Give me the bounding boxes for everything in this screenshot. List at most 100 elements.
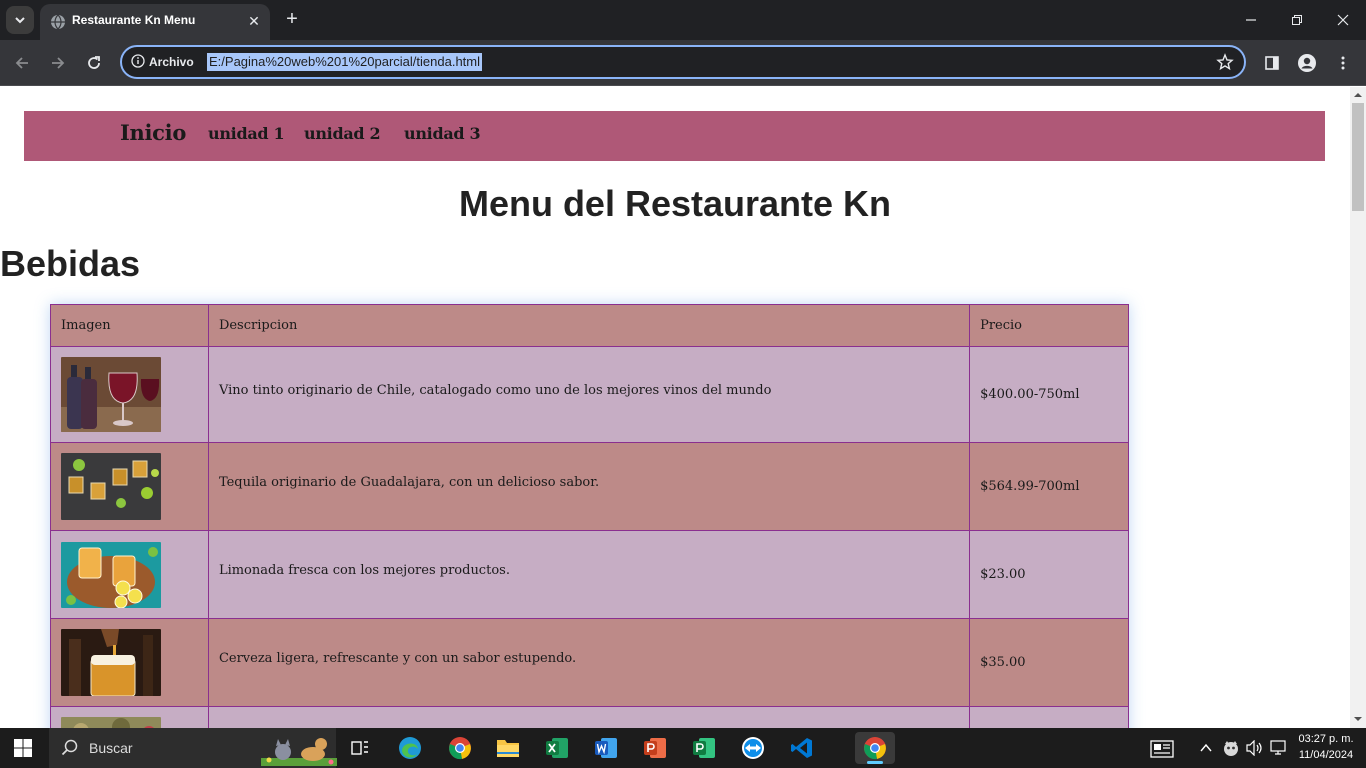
file-explorer-taskbar-button[interactable] (488, 732, 528, 764)
table-row: Limonada fresca con los mejores producto… (50, 530, 1129, 619)
image-cell (50, 346, 209, 443)
page-title: Menu del Restaurante Kn (458, 183, 892, 224)
description-cell (207, 706, 971, 728)
nav-link-unidad-3[interactable]: unidad 3 (404, 124, 481, 143)
word-taskbar-button[interactable] (586, 732, 626, 764)
excel-taskbar-button[interactable] (537, 732, 577, 764)
tray-app-icon[interactable] (1222, 740, 1240, 758)
address-bar[interactable]: Archivo E:/Pagina%20web%201%20parcial/ti… (120, 45, 1246, 79)
minimize-button[interactable] (1228, 0, 1274, 40)
edge-icon (399, 737, 421, 759)
network-icon[interactable] (1270, 740, 1288, 756)
powerpoint-taskbar-button[interactable] (635, 732, 675, 764)
nav-link-inicio[interactable]: Inicio (120, 120, 186, 145)
header-imagen: Imagen (50, 304, 209, 347)
image-cell (50, 706, 209, 728)
edge-taskbar-button[interactable] (390, 732, 430, 764)
arrow-right-icon (52, 57, 65, 69)
page-viewport: Inicio unidad 1 unidad 2 unidad 3 Menu d… (0, 87, 1350, 728)
browser-tab-bar: Restaurante Kn Menu ✕ + (0, 0, 1366, 40)
tab-title: Restaurante Kn Menu (72, 13, 196, 27)
lemonade-photo (61, 541, 161, 608)
browser-tab[interactable]: Restaurante Kn Menu ✕ (40, 4, 270, 40)
close-window-button[interactable] (1320, 0, 1366, 40)
description-cell: Tequila originario de Guadalajara, con u… (207, 442, 971, 531)
browser-toolbar: Archivo E:/Pagina%20web%201%20parcial/ti… (0, 40, 1366, 86)
teamviewer-taskbar-button[interactable] (733, 732, 773, 764)
vscode-icon (791, 738, 812, 758)
clock-date: 11/04/2024 (1298, 749, 1354, 761)
info-icon[interactable] (131, 54, 145, 68)
chevron-up-icon[interactable] (1200, 743, 1212, 753)
profile-button[interactable] (1296, 52, 1318, 74)
image-cell (50, 442, 209, 531)
project-icon (693, 738, 715, 758)
price-cell: $35.00 (969, 618, 1129, 707)
description-cell: Limonada fresca con los mejores producto… (207, 530, 971, 619)
minimize-icon (1246, 19, 1256, 21)
windows-taskbar: Buscar 03:27 p. m. 11/04/2024 (0, 728, 1366, 768)
new-tab-button[interactable]: + (280, 8, 304, 32)
teamviewer-icon (742, 737, 764, 759)
taskbar-clock[interactable]: 03:27 p. m. 11/04/2024 (1292, 731, 1360, 763)
kebab-menu-icon (1341, 56, 1345, 70)
chevron-down-icon (15, 17, 25, 24)
reload-button[interactable] (82, 51, 106, 75)
drinks-menu-table: Imagen Descripcion Precio Vino tinto ori… (50, 304, 1129, 728)
nav-link-unidad-1[interactable]: unidad 1 (208, 124, 285, 143)
beer-photo (61, 629, 161, 696)
url-text[interactable]: E:/Pagina%20web%201%20parcial/tienda.htm… (207, 53, 483, 71)
image-cell (50, 618, 209, 707)
scroll-thumb[interactable] (1352, 103, 1364, 211)
word-icon (595, 738, 617, 758)
menu-button[interactable] (1332, 52, 1354, 74)
close-tab-icon[interactable]: ✕ (246, 13, 262, 29)
close-icon (1337, 14, 1349, 26)
restore-icon (1292, 15, 1302, 25)
task-view-icon (351, 741, 368, 755)
excel-icon (546, 738, 568, 758)
task-view-button[interactable] (340, 732, 380, 764)
folder-icon (497, 740, 519, 757)
table-row (50, 706, 1129, 728)
chrome-taskbar-button[interactable] (440, 732, 480, 764)
price-cell: $23.00 (969, 530, 1129, 619)
table-header-row: Imagen Descripcion Precio (50, 304, 1129, 347)
search-placeholder: Buscar (89, 740, 133, 756)
side-panel-button[interactable] (1261, 52, 1283, 74)
scroll-down-arrow-icon[interactable] (1354, 715, 1362, 723)
profile-icon (1298, 54, 1316, 72)
image-cell (50, 530, 209, 619)
search-highlight-illustration (261, 738, 337, 766)
tab-search-button[interactable] (6, 6, 34, 34)
chrome-active-taskbar-button[interactable] (855, 732, 895, 764)
price-cell: $400.00-750ml (969, 346, 1129, 443)
volume-icon[interactable] (1246, 740, 1264, 756)
table-row: Vino tinto originario de Chile, cataloga… (50, 346, 1129, 443)
header-descripcion: Descripcion (207, 304, 971, 347)
restore-button[interactable] (1274, 0, 1320, 40)
forward-button[interactable] (46, 51, 70, 75)
project-taskbar-button[interactable] (684, 732, 724, 764)
taskbar-search-box[interactable]: Buscar (49, 728, 337, 768)
vscode-taskbar-button[interactable] (782, 732, 822, 764)
table-row: Tequila originario de Guadalajara, con u… (50, 442, 1129, 531)
chrome-icon (449, 737, 471, 760)
powerpoint-icon (644, 738, 666, 758)
tequila-shots-photo (61, 453, 161, 520)
clock-time: 03:27 p. m. (1298, 733, 1354, 745)
nav-link-unidad-2[interactable]: unidad 2 (304, 124, 381, 143)
header-precio: Precio (969, 304, 1129, 347)
page-scrollbar[interactable] (1350, 87, 1366, 728)
scroll-up-arrow-icon[interactable] (1354, 91, 1362, 99)
back-button[interactable] (10, 51, 34, 75)
search-icon (61, 739, 78, 756)
side-panel-icon (1265, 56, 1279, 70)
bookmark-star-icon[interactable] (1216, 53, 1234, 71)
windows-start-icon[interactable] (14, 739, 32, 757)
site-navbar: Inicio unidad 1 unidad 2 unidad 3 (24, 111, 1325, 161)
description-cell: Vino tinto originario de Chile, cataloga… (207, 346, 971, 443)
news-widget-icon[interactable] (1150, 740, 1174, 758)
security-label: Archivo (149, 55, 194, 69)
arrow-left-icon (15, 57, 28, 69)
